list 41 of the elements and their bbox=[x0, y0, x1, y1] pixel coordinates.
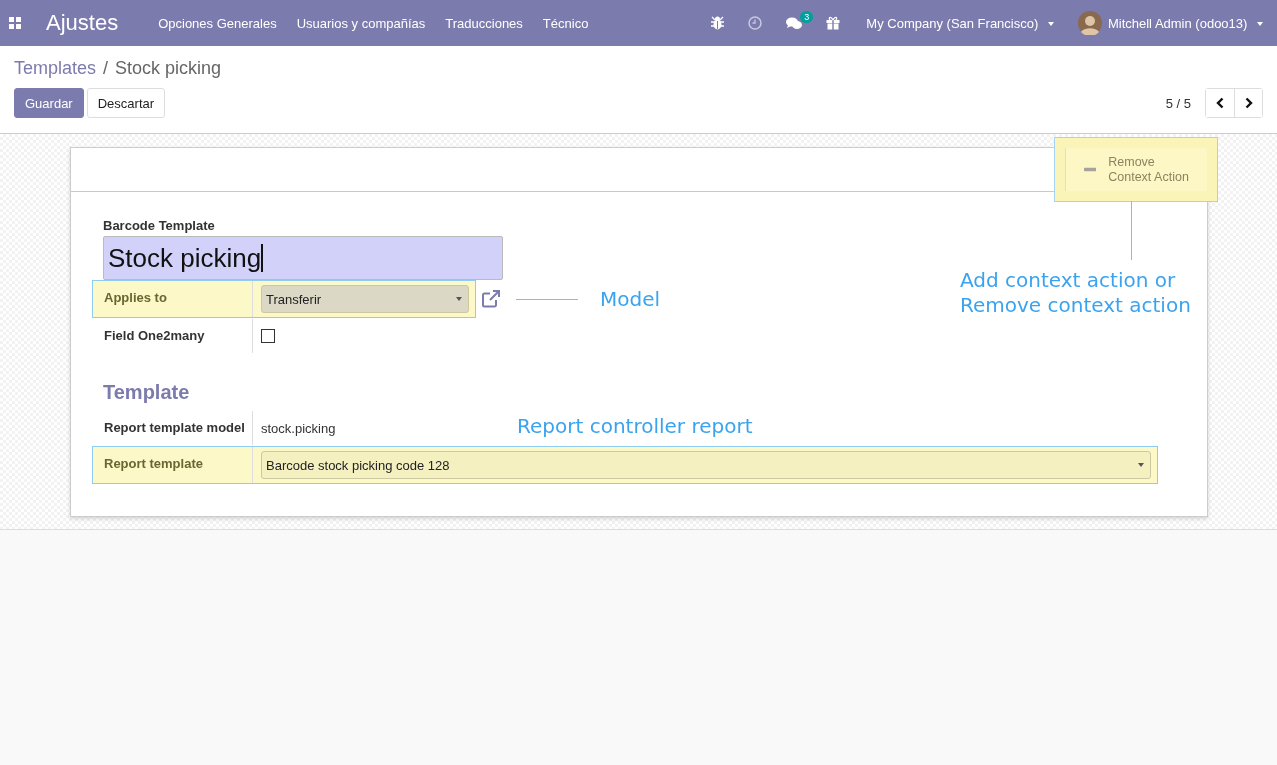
discard-button[interactable]: Descartar bbox=[86, 88, 166, 118]
field-label: Report template model bbox=[104, 411, 253, 445]
external-link-icon[interactable] bbox=[482, 290, 500, 308]
menu-item[interactable]: Técnico bbox=[542, 15, 589, 31]
checkbox[interactable] bbox=[261, 329, 275, 343]
breadcrumb-current: Stock picking bbox=[115, 58, 222, 79]
annotation-text: Model bbox=[600, 287, 661, 311]
user-dropdown[interactable]: Mitchell Admin (odoo13) bbox=[1107, 15, 1263, 31]
field-label: Report template bbox=[104, 447, 253, 483]
field-label: Barcode Template bbox=[103, 218, 216, 233]
menu-item[interactable]: Traducciones bbox=[445, 15, 523, 31]
pager-value: 5 / 5 bbox=[1165, 95, 1191, 111]
gift-icon[interactable] bbox=[826, 16, 841, 30]
menu-item[interactable]: Opciones Generales bbox=[158, 15, 277, 31]
title-input[interactable]: Stock picking bbox=[103, 236, 503, 280]
bug-icon[interactable] bbox=[711, 16, 725, 30]
section-title: Template bbox=[103, 381, 191, 404]
clock-icon[interactable] bbox=[748, 16, 763, 30]
field-value: stock.picking bbox=[261, 420, 336, 436]
select-field[interactable]: Transferir bbox=[261, 285, 469, 313]
breadcrumb-separator: / bbox=[103, 58, 109, 79]
field-label: Field One2many bbox=[104, 319, 253, 353]
leader-line bbox=[1131, 201, 1132, 260]
save-button[interactable]: Guardar bbox=[14, 88, 84, 118]
minus-icon bbox=[1084, 167, 1097, 172]
annotation-text: Add context action or Remove context action bbox=[960, 268, 1191, 318]
leader-line bbox=[516, 298, 578, 300]
company-dropdown[interactable]: My Company (San Francisco) bbox=[866, 15, 1054, 31]
annotation-text: Report controller report bbox=[517, 414, 753, 438]
avatar-image bbox=[1077, 11, 1102, 35]
menu-item[interactable]: Usuarios y compañías bbox=[296, 15, 426, 31]
breadcrumb-link[interactable]: Templates bbox=[14, 58, 97, 79]
chat-icon[interactable] bbox=[786, 16, 803, 30]
select-field[interactable]: Barcode stock picking code 128 bbox=[261, 451, 1151, 479]
chevron-left-icon bbox=[1216, 97, 1224, 109]
chevron-right-icon bbox=[1244, 97, 1253, 109]
apps-menu-icon[interactable] bbox=[9, 17, 21, 29]
app-title[interactable]: Ajustes bbox=[46, 10, 119, 36]
field-label: Applies to bbox=[104, 281, 253, 317]
message-count-badge: 3 bbox=[800, 10, 814, 23]
next-button[interactable] bbox=[1234, 89, 1262, 117]
